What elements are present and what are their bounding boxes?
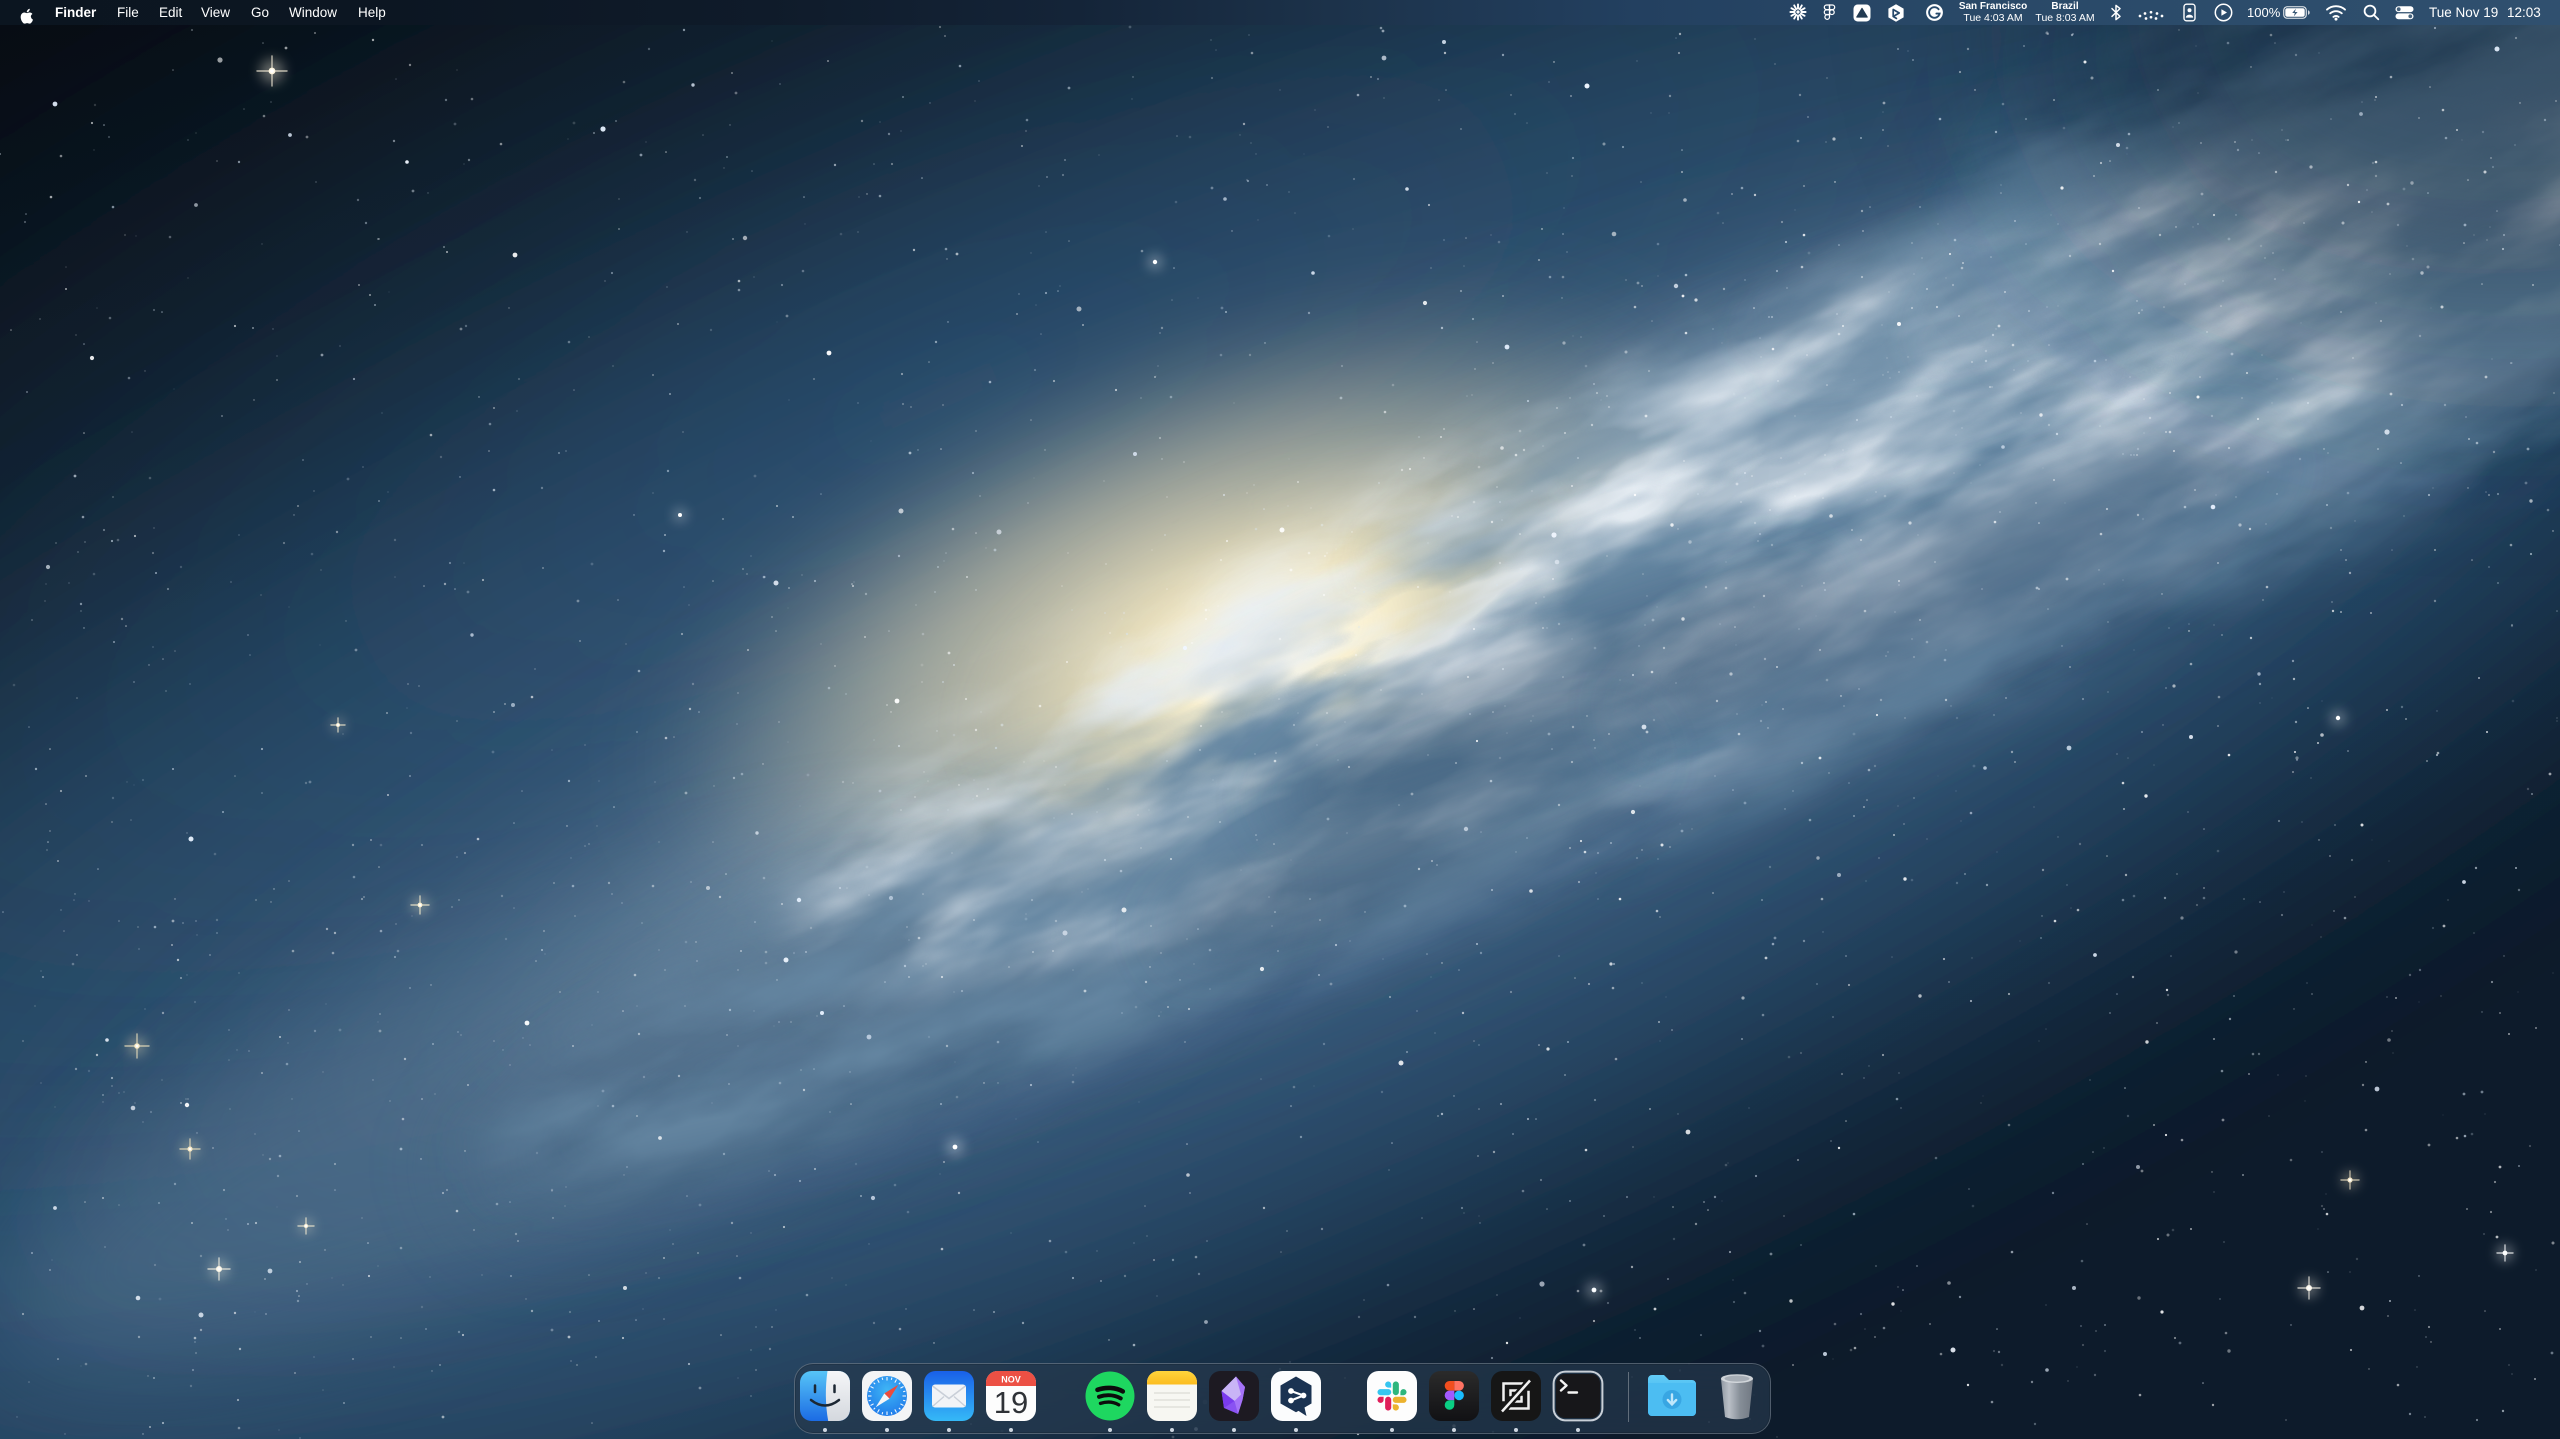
svg-text:19: 19 bbox=[994, 1385, 1028, 1420]
svg-text:NOV: NOV bbox=[1001, 1375, 1021, 1385]
